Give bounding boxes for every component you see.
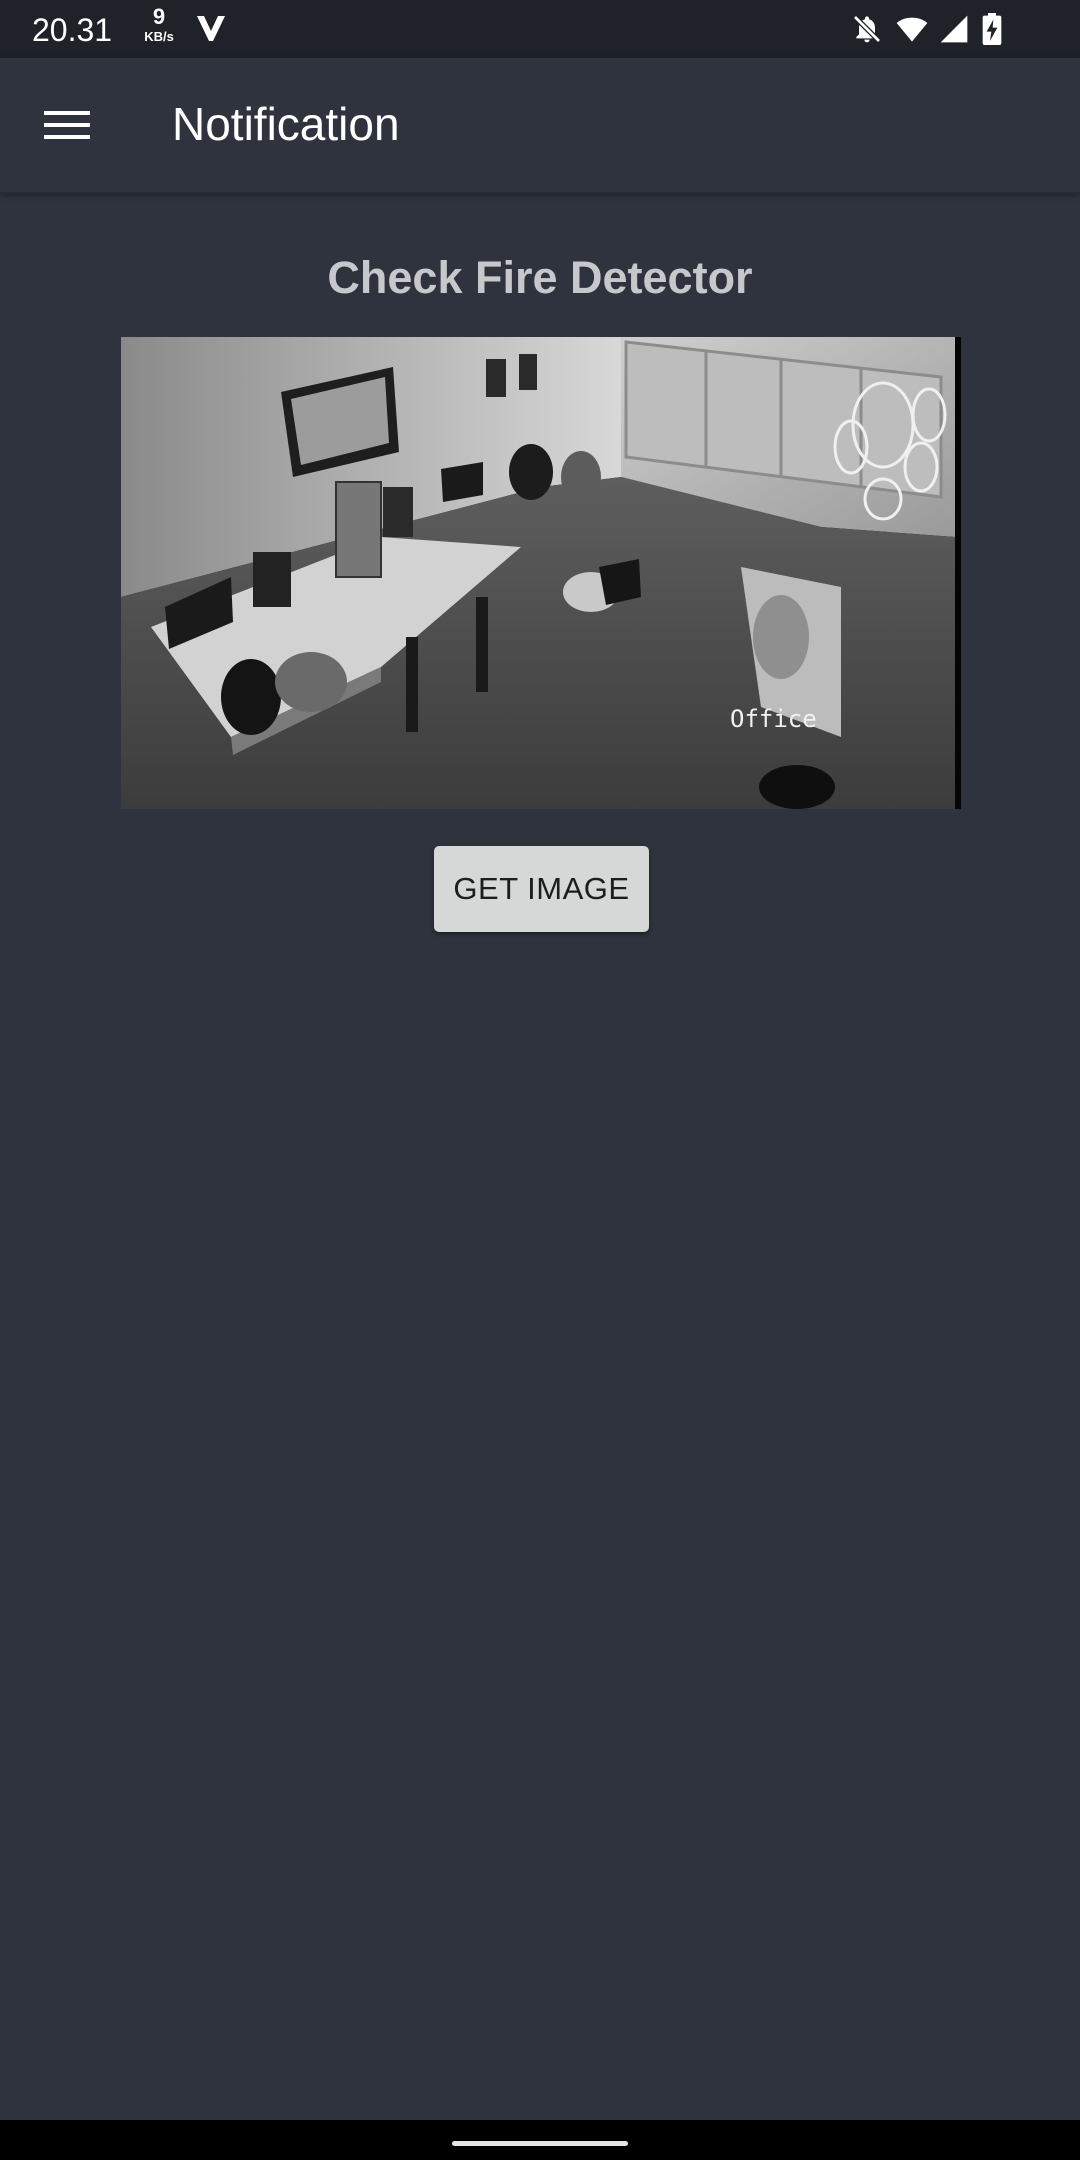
notifications-off-icon xyxy=(853,15,881,43)
wifi-icon xyxy=(896,17,928,42)
status-bar: 20.31 9 KB/s xyxy=(0,0,1080,58)
menu-button[interactable] xyxy=(20,85,114,165)
network-speed: 9 KB/s xyxy=(139,4,179,44)
status-icons xyxy=(850,13,1050,45)
hamburger-menu-icon xyxy=(44,111,90,139)
status-time: 20.31 xyxy=(32,12,113,48)
vpn-v-icon xyxy=(197,16,225,41)
cell-signal-icon xyxy=(940,15,968,43)
home-gesture-handle[interactable] xyxy=(452,2141,628,2146)
camera-snapshot: Office xyxy=(121,337,961,809)
network-speed-value: 9 xyxy=(152,4,166,29)
app-bar: Notification xyxy=(0,58,1080,192)
get-image-button[interactable]: GET IMAGE xyxy=(434,846,649,932)
section-heading: Check Fire Detector xyxy=(327,252,753,303)
navigation-bar xyxy=(0,2120,1080,2160)
page-title: Notification xyxy=(172,98,400,150)
camera-overlay-label: Office xyxy=(730,705,817,733)
network-speed-unit: KB/s xyxy=(144,29,174,44)
app-bar-divider xyxy=(0,192,1080,194)
battery-charging-icon xyxy=(982,13,1002,45)
